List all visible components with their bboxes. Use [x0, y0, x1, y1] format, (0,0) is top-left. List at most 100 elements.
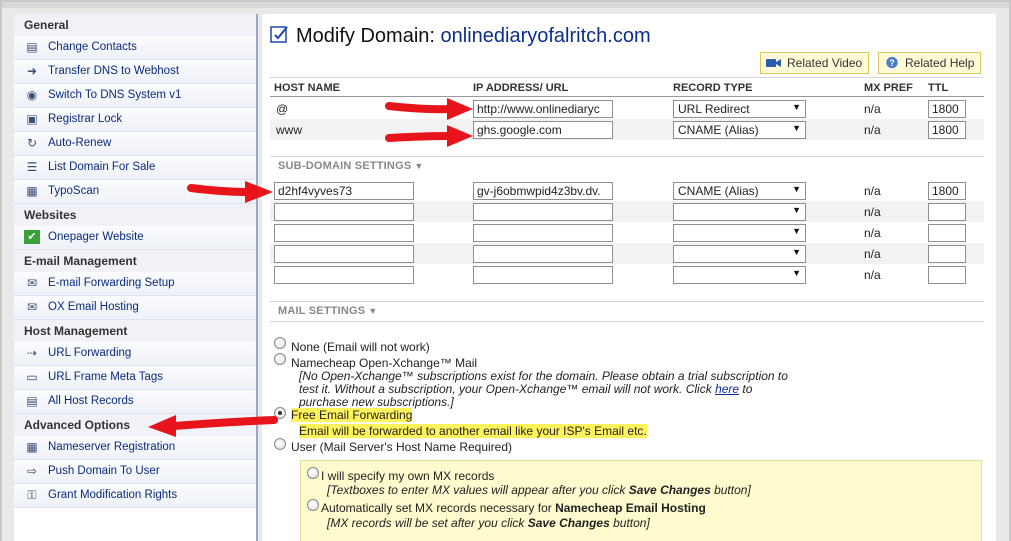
- ip-address-input[interactable]: [473, 245, 613, 263]
- envelope-icon: ✉: [26, 300, 38, 314]
- host-name-text: @: [276, 102, 289, 116]
- sidebar-item-onepager-website[interactable]: ✔ Onepager Website: [14, 226, 256, 250]
- ip-address-input[interactable]: [473, 266, 613, 284]
- record-type-select[interactable]: ▼: [673, 266, 806, 284]
- col-ttl: TTL: [928, 82, 949, 94]
- red-arrow-icon: [148, 415, 278, 437]
- dropdown-arrow-icon: ▼: [792, 268, 801, 278]
- mx-pref-text: n/a: [864, 226, 881, 240]
- host-name-text: www: [276, 123, 302, 137]
- mx-own-radio[interactable]: [307, 467, 319, 479]
- dropdown-arrow-icon: ▼: [792, 184, 801, 194]
- mail-none-radio[interactable]: [274, 337, 286, 349]
- sidebar-item-label: Nameserver Registration: [48, 441, 176, 453]
- dropdown-arrow-icon: ▼: [792, 247, 801, 257]
- record-type-select[interactable]: ▼: [673, 245, 806, 263]
- ip-address-input[interactable]: [473, 203, 613, 221]
- sidebar-item-nameserver-registration[interactable]: ▦ Nameserver Registration: [14, 436, 256, 460]
- checkmark-icon: ✔: [24, 230, 40, 244]
- ttl-input[interactable]: [928, 224, 966, 242]
- ttl-input[interactable]: 1800: [928, 100, 966, 118]
- record-type-select[interactable]: ▼: [673, 203, 806, 221]
- svg-text:?: ?: [889, 58, 894, 68]
- dropdown-arrow-icon: ▼: [792, 123, 801, 133]
- ttl-input[interactable]: [928, 245, 966, 263]
- sidebar-item-e-mail-forwarding-setup[interactable]: ✉ E-mail Forwarding Setup: [14, 272, 256, 296]
- record-type-select[interactable]: CNAME (Alias) ▼: [673, 182, 806, 200]
- email-forward-icon: ✉: [26, 276, 38, 290]
- mx-auto-radio[interactable]: [307, 499, 319, 511]
- mail-ox-radio[interactable]: [274, 353, 286, 365]
- mx-auto-note: [MX records will be set after you click …: [327, 517, 650, 530]
- ip-address-input[interactable]: ghs.google.com: [473, 121, 613, 139]
- typoscan-icon: ▦: [26, 184, 38, 198]
- sidebar-item-label: Push Domain To User: [48, 465, 160, 477]
- dropdown-arrow-icon: ▼: [792, 226, 801, 236]
- list-sale-icon: ☰: [26, 160, 38, 174]
- host-name-input[interactable]: d2hf4vyves73: [274, 182, 414, 200]
- related-video-button[interactable]: Related Video: [760, 52, 870, 74]
- sidebar-item-list-domain-for-sale[interactable]: ☰ List Domain For Sale: [14, 156, 256, 180]
- mx-auto-note-end: button]: [609, 516, 650, 530]
- ttl-input[interactable]: 1800: [928, 182, 966, 200]
- sidebar-item-transfer-dns-to-webhost[interactable]: ➜ Transfer DNS to Webhost: [14, 60, 256, 84]
- related-help-button[interactable]: ? Related Help: [878, 52, 982, 74]
- ttl-input[interactable]: [928, 266, 966, 284]
- caret-down-icon: ▼: [414, 161, 424, 171]
- record-type-select[interactable]: ▼: [673, 224, 806, 242]
- mx-auto-text: Automatically set MX records necessary f…: [321, 501, 556, 515]
- title-prefix: Modify Domain:: [296, 25, 435, 47]
- red-arrow-icon: [385, 125, 473, 147]
- mx-auto-note-text: [MX records will be set after you click: [327, 516, 528, 530]
- mx-own-note-text: [Textboxes to enter MX values will appea…: [327, 483, 629, 497]
- mail-ox-label: Namecheap Open-Xchange™ Mail: [291, 356, 478, 370]
- subdomain-settings-label: SUB-DOMAIN SETTINGS: [278, 160, 412, 172]
- sidebar-item-url-frame-meta-tags[interactable]: ▭ URL Frame Meta Tags: [14, 366, 256, 390]
- ip-address-input[interactable]: [473, 224, 613, 242]
- sidebar-item-url-forwarding[interactable]: ⇢ URL Forwarding: [14, 342, 256, 366]
- sidebar-item-all-host-records[interactable]: ▤ All Host Records: [14, 390, 256, 414]
- sidebar-item-label: Transfer DNS to Webhost: [48, 65, 180, 77]
- sidebar-item-label: Auto-Renew: [48, 137, 112, 149]
- sidebar-item-switch-to-dns-system-v1[interactable]: ◉ Switch To DNS System v1: [14, 84, 256, 108]
- purchase-here-link[interactable]: here: [715, 382, 739, 396]
- mail-user-label: User (Mail Server's Host Name Required): [291, 440, 513, 454]
- ttl-input[interactable]: 1800: [928, 121, 966, 139]
- sidebar-item-label: URL Forwarding: [48, 347, 132, 359]
- mail-settings-label: MAIL SETTINGS: [278, 305, 366, 317]
- ttl-input[interactable]: [928, 203, 966, 221]
- sidebar-item-auto-renew[interactable]: ↻ Auto-Renew: [14, 132, 256, 156]
- host-name-input[interactable]: [274, 266, 414, 284]
- sidebar-item-registrar-lock[interactable]: ▣ Registrar Lock: [14, 108, 256, 132]
- sidebar-item-push-domain-to-user[interactable]: ⇨ Push Domain To User: [14, 460, 256, 484]
- sidebar-item-label: Onepager Website: [48, 231, 144, 243]
- mx-auto-note-save: Save Changes: [527, 516, 610, 530]
- host-name-input[interactable]: [274, 224, 414, 242]
- divider: [270, 156, 984, 157]
- sidebar-item-change-contacts[interactable]: ▤ Change Contacts: [14, 36, 256, 60]
- sidebar-item-ox-email-hosting[interactable]: ✉ OX Email Hosting: [14, 296, 256, 320]
- sidebar-item-label: Switch To DNS System v1: [48, 89, 182, 101]
- ip-address-input[interactable]: gv-j6obmwpid4z3bv.dv.: [473, 182, 613, 200]
- subdomain-settings-toggle[interactable]: SUB-DOMAIN SETTINGS ▼: [278, 160, 423, 172]
- mx-pref-text: n/a: [864, 247, 881, 261]
- mx-own-note-save: Save Changes: [628, 483, 711, 497]
- sidebar-section-heading: General: [14, 14, 256, 36]
- col-mx-pref: MX PREF: [864, 82, 913, 94]
- sidebar: General ▤ Change Contacts ➜ Transfer DNS to …: [14, 14, 258, 541]
- mx-own-note: [Textboxes to enter MX values will appea…: [327, 484, 751, 497]
- host-name-input[interactable]: [274, 203, 414, 221]
- sidebar-item-label: Grant Modification Rights: [48, 489, 178, 501]
- record-type-select[interactable]: CNAME (Alias) ▼: [673, 121, 806, 139]
- mail-settings-toggle[interactable]: MAIL SETTINGS ▼: [278, 305, 377, 317]
- record-type-select[interactable]: URL Redirect ▼: [673, 100, 806, 118]
- mail-user-radio[interactable]: [274, 438, 286, 450]
- mx-own-note-end: button]: [710, 483, 751, 497]
- host-name-input[interactable]: [274, 245, 414, 263]
- ip-address-input[interactable]: http://www.onlinediaryc: [473, 100, 613, 118]
- mx-own-label: I will specify my own MX records: [321, 469, 495, 483]
- sidebar-item-grant-modification-rights[interactable]: ⚿ Grant Modification Rights: [14, 484, 256, 508]
- nameserver-icon: ▦: [26, 440, 38, 454]
- sidebar-item-label: Registrar Lock: [48, 113, 123, 125]
- sidebar-item-label: Change Contacts: [48, 41, 137, 53]
